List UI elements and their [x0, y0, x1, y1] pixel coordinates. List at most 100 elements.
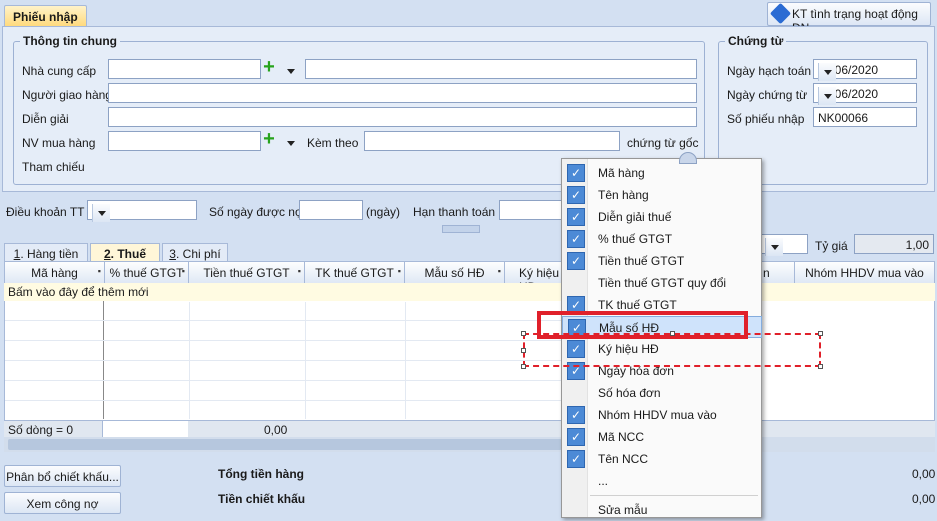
menu-item-label: Tên NCC: [598, 452, 649, 466]
add-icon[interactable]: +: [261, 57, 277, 77]
tab-chi-phi[interactable]: 3. Chi phí: [162, 243, 228, 263]
deliverer-input[interactable]: [108, 83, 697, 103]
pin-icon[interactable]: ▪: [98, 266, 101, 276]
horizontal-scrollbar[interactable]: [4, 437, 935, 452]
row-count: Số dòng = 0: [8, 423, 74, 437]
expand-button[interactable]: [679, 152, 697, 164]
reference-label: Tham chiếu: [22, 160, 85, 174]
supplier-name-input[interactable]: [305, 59, 697, 79]
menu-item-label: % thuế GTGT: [598, 232, 673, 246]
divider: [5, 340, 561, 341]
due-input[interactable]: [499, 200, 563, 220]
doc-no-label: Số phiếu nhập: [727, 112, 805, 126]
check-icon: ✓: [567, 186, 585, 204]
allocate-discount-button[interactable]: Phân bổ chiết khấu...: [4, 465, 121, 487]
resize-handle[interactable]: [670, 331, 675, 336]
highlight-box: [523, 333, 821, 367]
view-debt-button[interactable]: Xem công nợ: [4, 492, 121, 514]
rate-input[interactable]: 1,00: [854, 234, 934, 254]
menu-item[interactable]: ✓ % thuế GTGT: [562, 228, 762, 250]
col-label: % thuế GTGT: [109, 266, 184, 280]
menu-item-label: Tên hàng: [598, 188, 649, 202]
rate-label: Tỷ giá: [815, 239, 848, 253]
menu-item[interactable]: ✓ Diễn giải thuế: [562, 206, 762, 228]
col-label: Nhóm HHDV mua vào: [805, 266, 924, 280]
check-icon: ✓: [567, 208, 585, 226]
col-header[interactable]: Tiền thuế GTGT ▪: [189, 262, 305, 284]
menu-item-label: Nhóm HHDV mua vào: [598, 408, 717, 422]
doc-no-input[interactable]: NK00066: [813, 107, 917, 127]
menu-item[interactable]: Số hóa đơn: [562, 382, 762, 404]
total-goods-value: 0,00: [912, 467, 936, 481]
pin-icon[interactable]: ▪: [398, 266, 401, 276]
attached-input[interactable]: [364, 131, 620, 151]
doc-date-input[interactable]: 03/06/2020: [813, 83, 917, 105]
menu-item-label: Số hóa đơn: [598, 386, 661, 400]
buyer-dropdown[interactable]: [278, 131, 298, 151]
chevron-down-icon[interactable]: [818, 87, 836, 105]
menu-item[interactable]: Tiền thuế GTGT quy đổi: [562, 272, 762, 294]
menu-item[interactable]: ✓ Nhóm HHDV mua vào: [562, 404, 762, 426]
tab-hang-tien[interactable]: 1. Hàng tiền: [4, 243, 88, 263]
add-icon[interactable]: +: [261, 129, 277, 149]
post-date-input[interactable]: 03/06/2020: [813, 59, 917, 81]
menu-item[interactable]: ✓ Mã hàng: [562, 162, 762, 184]
tab-label: . Hàng tiền: [20, 247, 79, 261]
divider: [103, 284, 104, 419]
supplier-code-input[interactable]: [108, 59, 261, 79]
col-header[interactable]: % thuế GTGT ▪: [105, 262, 189, 284]
days-unit: (ngày): [366, 205, 401, 219]
menu-item[interactable]: ✓ Tên hàng: [562, 184, 762, 206]
resize-handle[interactable]: [521, 364, 526, 369]
terms-select[interactable]: [87, 200, 197, 222]
kt-status-button[interactable]: KT tình trạng hoạt động DN: [767, 2, 931, 35]
tab-key: 2: [103, 247, 111, 261]
menu-item[interactable]: ✓ Mã NCC: [562, 426, 762, 448]
col-header[interactable]: Mã hàng ▪: [5, 262, 105, 284]
pin-icon[interactable]: ▪: [298, 266, 301, 276]
description-input[interactable]: [108, 107, 697, 127]
pin-icon[interactable]: ▪: [182, 266, 185, 276]
pin-icon[interactable]: ▪: [498, 266, 501, 276]
original-docs-label: chứng từ gốc: [627, 136, 699, 150]
menu-item-label: Tiền thuế GTGT quy đổi: [598, 276, 727, 290]
menu-item[interactable]: ✓ Tên NCC: [562, 448, 762, 470]
chevron-down-icon: [765, 238, 783, 256]
menu-item[interactable]: ...: [562, 470, 762, 492]
sum-cell: [102, 421, 188, 437]
doc-no-value: NK00066: [818, 111, 869, 125]
chevron-down-icon[interactable]: [818, 63, 836, 81]
supplier-dropdown[interactable]: [278, 59, 298, 79]
new-row[interactable]: Bấm vào đây để thêm mới: [4, 283, 935, 301]
col-header[interactable]: n: [761, 262, 795, 284]
tab-key: 3: [169, 247, 176, 261]
col-header[interactable]: Nhóm HHDV mua vào: [795, 262, 934, 284]
description-label: Diễn giải: [22, 112, 69, 126]
check-icon: ✓: [567, 428, 585, 446]
days-input[interactable]: [299, 200, 363, 220]
edit-template-item[interactable]: Sửa mẫu: [562, 499, 762, 521]
currency-select[interactable]: ND: [760, 234, 808, 256]
form-panel: Thông tin chung Chứng từ Nhà cung cấp + …: [2, 26, 935, 192]
buyer-input[interactable]: [108, 131, 261, 151]
tab-thue[interactable]: 2. Thuế: [90, 243, 160, 263]
supplier-label: Nhà cung cấp: [22, 64, 97, 78]
menu-item[interactable]: ✓ Tiền thuế GTGT: [562, 250, 762, 272]
tab-phieu-nhap[interactable]: Phiếu nhập: [4, 5, 87, 27]
discount-value: 0,00: [912, 492, 936, 506]
total-goods-label: Tổng tiền hàng: [218, 467, 304, 481]
days-label: Số ngày được nợ: [209, 205, 303, 219]
menu-item-label: ...: [598, 474, 609, 488]
col-header[interactable]: Mẫu số HĐ ▪: [405, 262, 505, 284]
due-label: Hạn thanh toán: [413, 205, 496, 219]
resize-handle[interactable]: [818, 364, 823, 369]
collapse-handle[interactable]: [442, 225, 480, 233]
col-header[interactable]: Ký hiệu HĐ: [505, 262, 565, 294]
scroll-thumb[interactable]: [8, 439, 562, 450]
resize-handle[interactable]: [521, 348, 526, 353]
col-header[interactable]: TK thuế GTGT ▪: [305, 262, 405, 284]
resize-handle[interactable]: [521, 331, 526, 336]
deliverer-label: Người giao hàng: [22, 88, 112, 102]
tab-label: . Thuế: [110, 247, 147, 261]
resize-handle[interactable]: [818, 331, 823, 336]
